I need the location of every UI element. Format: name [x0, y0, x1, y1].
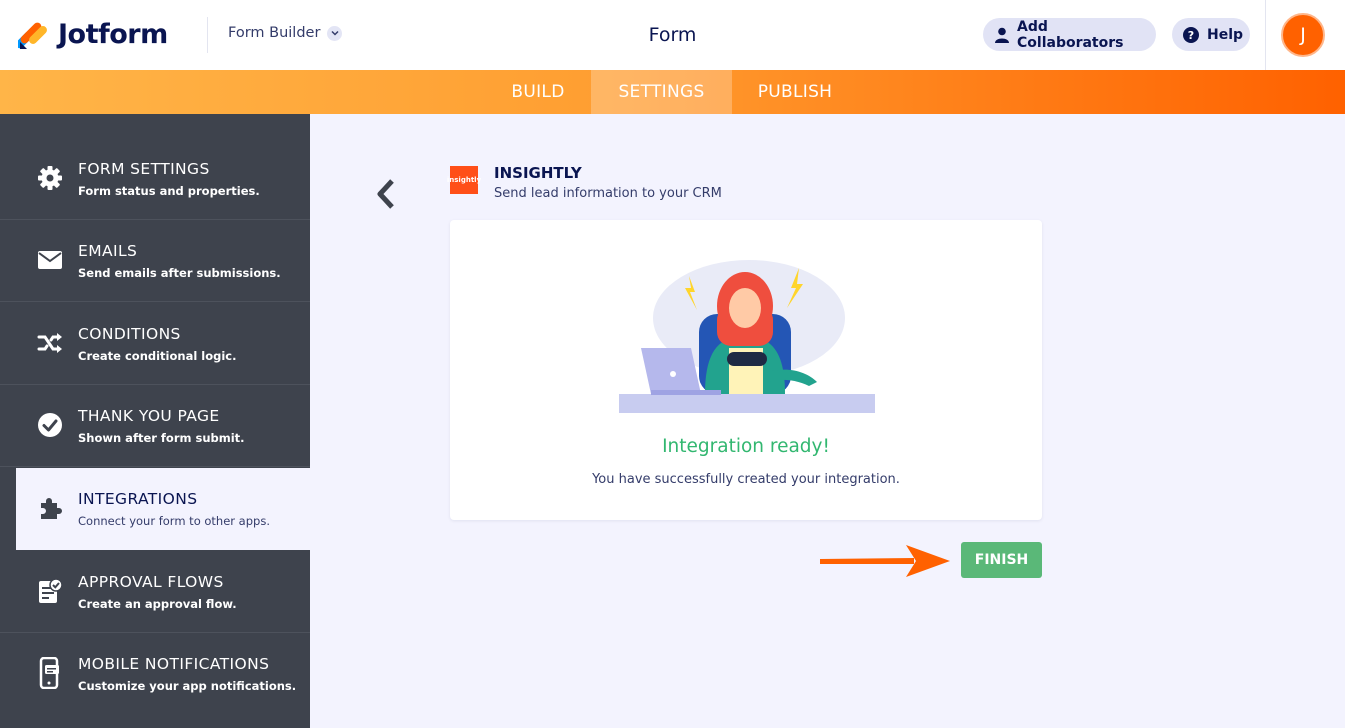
- tab-build[interactable]: BUILD: [497, 70, 579, 114]
- sidebar-item-title: FORM SETTINGS: [78, 160, 210, 178]
- question-circle-icon: ?: [1183, 26, 1199, 43]
- mobile-notification-icon: [36, 657, 64, 689]
- user-avatar[interactable]: J: [1281, 13, 1325, 57]
- chevron-down-icon: [327, 25, 343, 41]
- integration-status-card: Integration ready! You have successfully…: [450, 220, 1042, 520]
- gear-icon: [36, 164, 64, 192]
- form-builder-label: Form Builder: [228, 25, 321, 41]
- help-label: Help: [1207, 26, 1244, 43]
- jotform-logo[interactable]: Jotform: [18, 18, 168, 50]
- sidebar-item-title: THANK YOU PAGE: [78, 407, 220, 425]
- sidebar-item-thank-you-page[interactable]: THANK YOU PAGE Shown after form submit.: [0, 385, 310, 467]
- sidebar-item-subtitle: Create an approval flow.: [78, 597, 237, 611]
- back-button[interactable]: [372, 178, 402, 210]
- brand-name: Jotform: [58, 18, 168, 50]
- sidebar-item-title: EMAILS: [78, 242, 138, 260]
- add-collaborators-label: Add Collaborators: [1017, 18, 1124, 51]
- sidebar-item-subtitle: Connect your form to other apps.: [78, 514, 270, 528]
- pointer-arrow-icon: [820, 545, 950, 577]
- sidebar-item-title: MOBILE NOTIFICATIONS: [78, 655, 270, 673]
- form-builder-dropdown[interactable]: Form Builder: [228, 25, 343, 41]
- envelope-icon: [36, 246, 64, 274]
- sidebar-item-emails[interactable]: EMAILS Send emails after submissions.: [0, 220, 310, 302]
- sidebar-item-subtitle: Shown after form submit.: [78, 431, 245, 445]
- builder-tab-bar: BUILD SETTINGS PUBLISH: [0, 70, 1345, 114]
- sidebar-item-subtitle: Customize your app notifications.: [78, 679, 297, 693]
- finish-button[interactable]: FINISH: [961, 542, 1042, 578]
- tab-settings[interactable]: SETTINGS: [591, 70, 732, 114]
- sidebar-item-form-settings[interactable]: FORM SETTINGS Form status and properties…: [0, 138, 310, 220]
- settings-sidebar: FORM SETTINGS Form status and properties…: [0, 114, 310, 728]
- check-circle-icon: [36, 411, 64, 439]
- sidebar-item-mobile-notifications[interactable]: MOBILE NOTIFICATIONS Customize your app …: [0, 633, 310, 715]
- sidebar-item-conditions[interactable]: CONDITIONS Create conditional logic.: [0, 303, 310, 385]
- user-icon: [995, 27, 1009, 43]
- integration-name: INSIGHTLY: [494, 164, 582, 182]
- sidebar-item-subtitle: Create conditional logic.: [78, 349, 237, 363]
- add-collaborators-button[interactable]: Add Collaborators: [983, 18, 1156, 51]
- sidebar-item-title: APPROVAL FLOWS: [78, 573, 224, 591]
- sidebar-item-integrations[interactable]: INTEGRATIONS Connect your form to other …: [16, 468, 310, 550]
- header-divider: [207, 17, 208, 53]
- help-button[interactable]: ? Help: [1172, 18, 1250, 51]
- sidebar-item-title: CONDITIONS: [78, 325, 181, 343]
- integration-ready-illustration: [619, 260, 875, 413]
- puzzle-icon: [36, 494, 64, 522]
- jotform-logo-icon: [18, 22, 47, 49]
- integration-success-message: You have successfully created your integ…: [592, 472, 900, 487]
- sidebar-item-title: INTEGRATIONS: [78, 490, 198, 508]
- tab-publish[interactable]: PUBLISH: [745, 70, 845, 114]
- sidebar-item-subtitle: Form status and properties.: [78, 184, 260, 198]
- sidebar-item-approval-flows[interactable]: APPROVAL FLOWS Create an approval flow.: [0, 551, 310, 633]
- chevron-left-icon: [377, 179, 394, 209]
- top-header: Jotform Form Builder Form Add Collaborat…: [0, 0, 1345, 70]
- header-divider-right: [1265, 0, 1266, 70]
- integration-ready-title: Integration ready!: [662, 436, 830, 457]
- shuffle-icon: [36, 329, 64, 357]
- insightly-logo: insightly: [447, 166, 481, 194]
- integration-description: Send lead information to your CRM: [494, 186, 722, 201]
- approval-doc-icon: [36, 577, 64, 605]
- sidebar-item-subtitle: Send emails after submissions.: [78, 266, 281, 280]
- svg-text:?: ?: [1188, 29, 1194, 42]
